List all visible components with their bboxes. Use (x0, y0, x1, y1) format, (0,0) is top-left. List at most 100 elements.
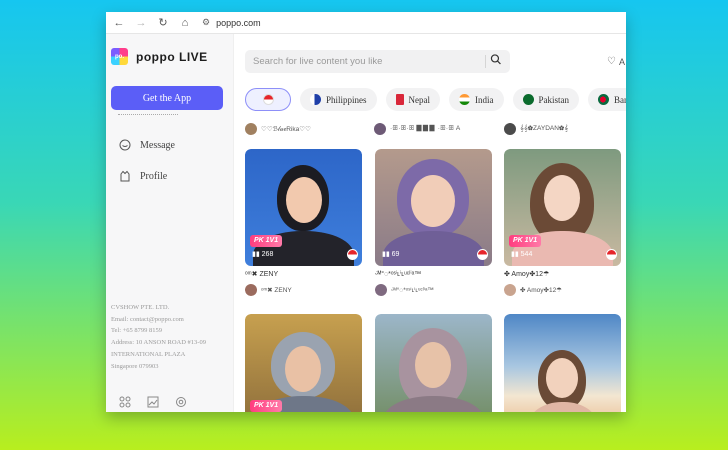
nepal-flag-icon (395, 94, 404, 105)
company-line: Tel: +65 8799 8159 (111, 327, 163, 335)
pakistan-flag-icon (522, 94, 534, 105)
streamer-info: ᵒᵐ✖ ZENY (245, 284, 362, 296)
viewer-count-value: 69 (391, 251, 400, 258)
stream-thumbnail[interactable] (375, 314, 492, 412)
list-item[interactable]: ♡♡ℬ𝓁𝓊𝑒Rika♡♡ (245, 123, 311, 135)
url-text[interactable]: poppo.com (216, 18, 261, 28)
indonesia-flag-icon (606, 249, 617, 260)
tab-label: Pakistan (538, 94, 570, 105)
streamer-name: ✤ Amoy✤12☂ (520, 287, 563, 294)
company-info: CVSHOW PTE. LTD. Email: contact@poppo.co… (111, 302, 229, 372)
face-shape (544, 175, 580, 221)
company-email[interactable]: Email: contact@poppo.com (111, 314, 229, 326)
indonesia-flag-icon (477, 249, 488, 260)
viewer-count-value: 268 (261, 251, 274, 258)
grid-icon[interactable] (119, 396, 131, 408)
pk-badge: PK 1V1 (250, 235, 283, 247)
face-shape (546, 358, 578, 398)
stream-thumbnail[interactable]: PK 1V1 ▮▮ 544 (504, 149, 621, 266)
tab-country-philippines[interactable]: Philippines (300, 88, 377, 111)
streamer-info: ✤ Amoy✤12☂ (504, 284, 621, 296)
avatar (504, 284, 516, 296)
viewer-count: ▮▮ 69 (382, 251, 400, 258)
logo[interactable]: po. poppo LIVE (111, 48, 208, 65)
logo-text: poppo LIVE (136, 49, 208, 64)
sidebar-item-message[interactable]: Message (119, 139, 175, 151)
stream-card[interactable] (504, 314, 621, 412)
body-shape (528, 402, 598, 412)
tab-label: India (475, 94, 494, 105)
sidebar-partial-item (118, 114, 178, 117)
profile-icon (119, 170, 131, 182)
stream-title: ᵒᵐ✖ ZENY (245, 271, 279, 278)
stream-thumbnail[interactable]: ▮▮ 69 (375, 149, 492, 266)
stream-thumbnail[interactable]: PK 1V1 ▮▮ 268 (245, 149, 362, 266)
face-shape (415, 342, 451, 388)
image-icon[interactable] (147, 396, 159, 408)
search-input[interactable]: Search for live content you like (253, 56, 382, 67)
company-line: Address: 10 ANSON ROAD #13-09 (111, 339, 206, 347)
avatar (374, 123, 386, 135)
pk-badge: PK 1V1 (509, 235, 542, 247)
stream-thumbnail[interactable]: PK 1V1 (245, 314, 362, 412)
indonesia-flag-icon (347, 249, 358, 260)
stream-thumbnail[interactable] (504, 314, 621, 412)
country-tabs: Philippines Nepal India Pakistan Banglad… (245, 88, 626, 111)
sidebar: po. poppo LIVE Get the App Message Profi… (106, 34, 234, 412)
company-line: INTERNATIONAL PLAZA (111, 350, 186, 358)
tab-label: Philippines (326, 94, 367, 105)
header-right-action[interactable]: ♡ A (607, 56, 625, 67)
forward-arrow-icon[interactable]: → (130, 12, 152, 34)
get-app-button[interactable]: Get the App (111, 86, 223, 110)
pk-badge: PK 1V1 (250, 400, 283, 412)
tab-label: Banglade (614, 94, 626, 105)
face-shape (411, 175, 455, 227)
stream-card[interactable]: PK 1V1 ▮▮ 268 ᵒᵐ✖ ZENY ᵒᵐ✖ ZENY (245, 149, 362, 296)
tab-country-pakistan[interactable]: Pakistan (512, 88, 580, 111)
avatar (245, 284, 257, 296)
back-arrow-icon[interactable]: ← (108, 12, 130, 34)
stream-card[interactable]: PK 1V1 (245, 314, 362, 412)
reload-icon[interactable]: ↻ (152, 12, 174, 34)
face-shape (286, 177, 322, 223)
message-icon (119, 139, 131, 151)
tab-label: Nepal (408, 94, 431, 105)
body-shape (383, 396, 484, 412)
browser-toolbar: ← → ↻ ⌂ ⚙ poppo.com (106, 12, 626, 34)
viewer-count: ▮▮ 544 (511, 251, 533, 258)
sidebar-item-profile[interactable]: Profile (119, 170, 167, 182)
sidebar-item-label: Message (140, 139, 175, 151)
list-item[interactable]: ·ꕥ·ꕥ·ꕥ ▊▊▊ ·ꕥ·ꕥ A (374, 123, 460, 135)
tab-country-india[interactable]: India (449, 88, 504, 111)
streamer-name: ♡♡ℬ𝓁𝓊𝑒Rika♡♡ (261, 125, 311, 133)
tab-country-indonesia[interactable] (245, 88, 291, 111)
search-icon[interactable] (487, 51, 506, 70)
streamer-name: 𝄞𝄞✿ZAYDAN✿𝄞 (520, 125, 569, 132)
sidebar-item-label: Profile (140, 170, 168, 182)
search-bar[interactable]: Search for live content you like (245, 50, 510, 73)
stream-title: ✤ Amoy✤12☂ (504, 271, 550, 278)
avatar (375, 284, 387, 296)
tab-country-bangladesh[interactable]: Banglade (588, 88, 626, 111)
poppo-logo-icon: po. (111, 48, 128, 65)
philippines-flag-icon (310, 94, 321, 105)
stream-card[interactable] (375, 314, 492, 412)
browser-window: ← → ↻ ⌂ ⚙ poppo.com po. poppo LIVE Get t… (106, 12, 626, 412)
list-item[interactable]: 𝄞𝄞✿ZAYDAN✿𝄞 (504, 123, 568, 135)
stream-card[interactable]: PK 1V1 ▮▮ 544 ✤ Amoy✤12☂ ✤ Amoy✤12☂ (504, 149, 621, 296)
header-right-label: A (618, 56, 625, 67)
search-divider (485, 55, 486, 68)
home-icon[interactable]: ⌂ (174, 12, 196, 34)
sidebar-footer-icons (119, 396, 203, 408)
viewer-count-value: 544 (520, 251, 533, 258)
settings-icon[interactable] (175, 396, 187, 408)
streamer-name: ᵒᵐ✖ ZENY (261, 287, 292, 294)
address-bar[interactable]: ⚙ poppo.com (202, 17, 261, 28)
bangladesh-flag-icon (598, 94, 610, 105)
streamer-name: ᵕ̈ᴹ°◌*ᵒˢⁱʟⁱʟᵘᶜˡⁱᵃ™ (391, 287, 434, 294)
site-settings-icon[interactable]: ⚙ (202, 17, 210, 28)
india-flag-icon (459, 94, 471, 105)
diamond-icon: ♡ (607, 56, 616, 67)
tab-country-nepal[interactable]: Nepal (385, 88, 441, 111)
stream-card[interactable]: ▮▮ 69 ᵕ̈ᴹ°◌*ᵒˢⁱʟⁱʟᵘᶜˡⁱᵃ™ ᵕ̈ᴹ°◌*ᵒˢⁱʟⁱʟᵘᶜˡ… (375, 149, 492, 296)
